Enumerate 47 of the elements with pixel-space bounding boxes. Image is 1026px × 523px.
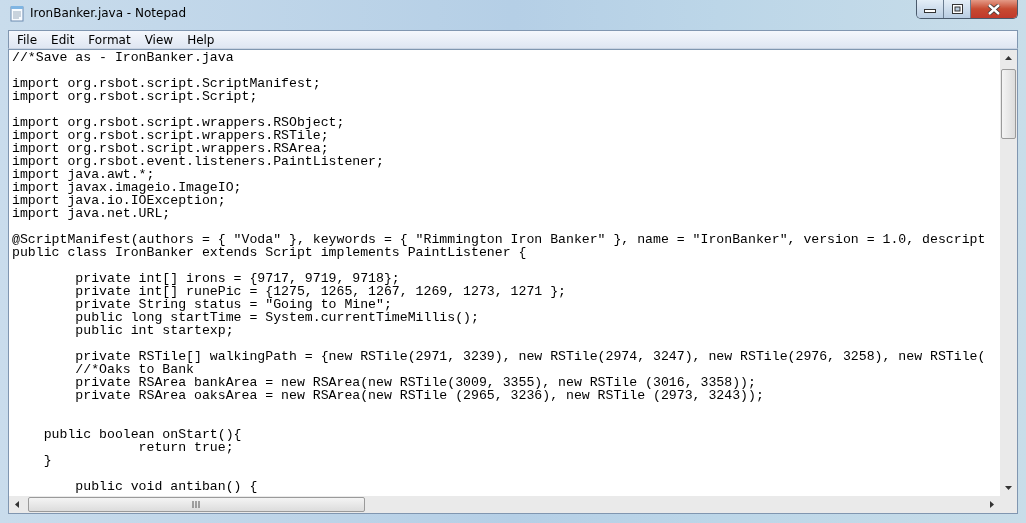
vertical-scrollbar[interactable] [1000,50,1017,496]
close-icon [987,3,1001,15]
code-line: import org.rsbot.script.wrappers.RSArea; [12,142,329,155]
notepad-icon [10,5,24,22]
code-line: @ScriptManifest(authors = { "Voda" }, keywords = { "Rimmington Iron Banker" }, name = "IronBanker", version = 1.0, descript [12,233,987,246]
grip-icon [192,501,201,508]
minimize-button[interactable] [917,0,944,18]
code-line: return true; [137,441,234,454]
code-line: import java.io.IOException; [12,194,226,207]
code-line: import org.rsbot.event.listeners.PaintListener; [12,155,385,168]
code-line: private RSArea bankArea = new RSArea(new RSTile(3009, 3355), new RSTile (3016, 3358)); [74,376,756,389]
menu-item[interactable]: Help [180,32,222,47]
code-line: private RSTile[] walkingPath = {new RSTile(2971, 3239), new RSTile(2974, 3247), new RSTile(2976, 3258), new RSTile( [74,350,987,363]
code-line: public int startexp; [74,324,235,337]
code-line: public long startTime = System.currentTimeMillis(); [74,311,480,324]
menu-item[interactable]: File [10,32,45,47]
left-arrow-icon [14,501,21,508]
code-line: import java.awt.*; [12,168,155,181]
code-line: import org.rsbot.script.Script; [12,90,258,103]
menu-item[interactable]: View [137,32,181,47]
menu-item[interactable]: Edit [44,32,82,47]
up-arrow-icon [1005,55,1012,62]
code-line: public class IronBanker extends Script implements PaintListener { [12,246,528,259]
down-arrow-icon [1005,484,1012,491]
code-line: } [42,454,53,467]
code-line: public boolean onStart(){ [42,428,243,441]
maximize-icon [951,4,963,14]
code-line: import javax.imageio.ImageIO; [12,181,243,194]
code-line: private String status = "Going to Mine"; [74,298,392,311]
window-title: IronBanker.java - Notepad [30,6,187,20]
code-line: //*Oaks to Bank [74,363,195,376]
menu-item[interactable]: Format [81,32,138,47]
code-line: import org.rsbot.script.wrappers.RSTile; [12,129,329,142]
maximize-button[interactable] [944,0,971,18]
horizontal-scrollbar[interactable] [9,496,1000,513]
code-line: public void antiban() { [74,480,259,493]
close-button[interactable] [971,0,1017,18]
scroll-thumb[interactable] [1001,69,1016,139]
scroll-thumb[interactable] [28,497,365,512]
code-line: //*Save as - IronBanker.java [12,51,235,64]
right-arrow-icon [988,501,995,508]
code-line: private int[] runePic = {1275, 1265, 1267, 1269, 1273, 1271 }; [74,285,567,298]
code-line: import org.rsbot.script.ScriptManifest; [12,77,322,90]
code-line: private RSArea oaksArea = new RSArea(new RSTile (2965, 3236), new RSTile (2973, 3243)); [74,389,765,402]
code-line: import org.rsbot.script.wrappers.RSObject; [12,116,346,129]
code-line: private int[] irons = {9717, 9719, 9718}; [74,272,401,285]
code-line: import java.net.URL; [12,207,171,220]
